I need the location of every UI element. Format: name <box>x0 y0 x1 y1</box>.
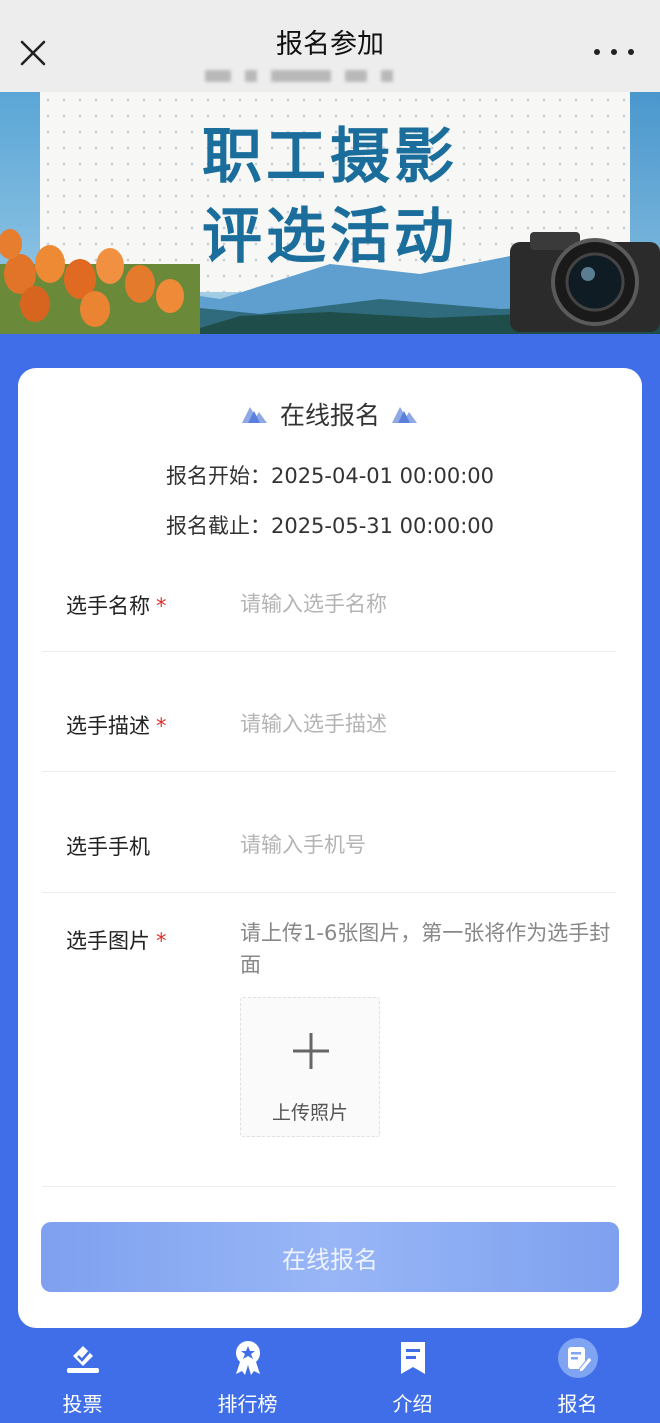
nav-label-ranking: 排行榜 <box>217 1392 278 1416</box>
nav-item-vote[interactable]: 投票 <box>0 1328 165 1423</box>
event-banner: 职工摄影 评选活动 <box>0 92 660 334</box>
contestant-description-label: 选手描述 * <box>66 710 167 740</box>
vote-icon <box>66 1346 99 1373</box>
award-icon <box>235 1341 260 1375</box>
bottom-navigation: 投票 排行榜 介绍 报名 <box>0 1328 660 1423</box>
contestant-phone-label: 选手手机 <box>66 835 150 859</box>
banner-title-line1: 职工摄影 <box>202 122 458 192</box>
bookmark-icon <box>400 1342 425 1374</box>
dot-icon <box>611 49 617 55</box>
contestant-description-row: 选手描述 * <box>42 652 620 772</box>
registration-end-time: 报名截止：2025-05-31 00:00:00 <box>165 514 495 538</box>
required-mark: * <box>156 594 167 618</box>
nav-label-intro: 介绍 <box>392 1392 433 1416</box>
contestant-phone-row: 选手手机 <box>42 772 620 893</box>
upload-photo-label: 上传照片 <box>271 1102 348 1124</box>
submit-registration-button[interactable]: 在线报名 <box>41 1222 619 1292</box>
nav-label-vote: 投票 <box>62 1392 103 1416</box>
nav-label-register: 报名 <box>557 1392 598 1416</box>
top-bar: 报名参加 <box>0 0 660 92</box>
contestant-photos-row: 选手图片 * 请上传1-6张图片，第一张将作为选手封面 上传照片 <box>42 893 616 1187</box>
plus-icon <box>293 1033 329 1069</box>
required-mark: * <box>156 929 167 953</box>
nav-item-register[interactable]: 报名 <box>495 1328 660 1423</box>
banner-title-line2: 评选活动 <box>202 202 458 272</box>
more-options-button[interactable] <box>594 40 634 64</box>
required-mark: * <box>156 714 167 738</box>
photo-upload-hint: 请上传1-6张图片，第一张将作为选手封面 <box>240 921 611 977</box>
nav-item-ranking[interactable]: 排行榜 <box>165 1328 330 1423</box>
registration-start-time: 报名开始：2025-04-01 00:00:00 <box>165 464 495 488</box>
contestant-name-label: 选手名称 * <box>66 590 167 620</box>
contestant-photos-label: 选手图片 * <box>66 925 167 955</box>
contestant-description-input[interactable] <box>240 706 620 742</box>
contestant-description-label-text: 选手描述 <box>66 714 150 738</box>
mountain-deco-icon <box>241 407 267 423</box>
registration-card: 在线报名 报名开始：2025-04-01 00:00:00 报名截止：2025-… <box>18 368 642 1328</box>
dot-icon <box>594 49 600 55</box>
contestant-name-row: 选手名称 * <box>42 564 620 652</box>
dot-icon <box>628 49 634 55</box>
page-title: 报名参加 <box>276 29 384 60</box>
upload-photo-button[interactable]: 上传照片 <box>240 997 380 1137</box>
registration-heading: 在线报名 <box>18 396 642 432</box>
edit-form-icon <box>557 1338 598 1378</box>
nav-item-intro[interactable]: 介绍 <box>330 1328 495 1423</box>
contestant-name-label-text: 选手名称 <box>66 594 150 618</box>
redacted-subtitle <box>205 68 465 84</box>
mountain-deco-icon <box>392 407 417 423</box>
contestant-phone-input[interactable] <box>240 827 620 863</box>
contestant-name-input[interactable] <box>240 586 620 622</box>
registration-heading-text: 在线报名 <box>279 401 380 430</box>
contestant-photos-label-text: 选手图片 <box>66 929 150 953</box>
